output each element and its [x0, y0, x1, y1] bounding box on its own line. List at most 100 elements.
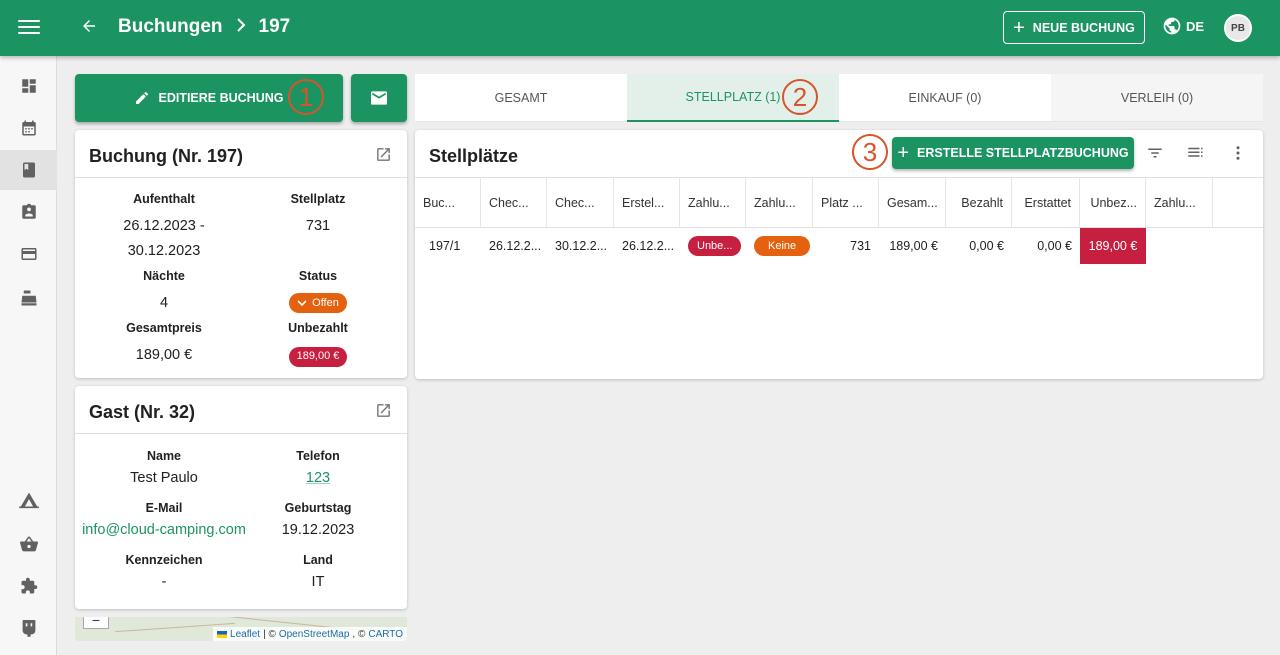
leaflet-link[interactable]: Leaflet — [230, 629, 260, 640]
birthday-value: 19.12.2023 — [281, 522, 355, 538]
column-header[interactable]: Zahlu... — [746, 178, 813, 227]
stay-label: Aufenthalt — [133, 192, 195, 206]
pitch-field: Stellplatz 731 — [245, 192, 391, 239]
plate-field: Kennzeichen - — [79, 553, 249, 595]
more-vert-icon[interactable] — [1229, 144, 1247, 167]
tab-einkauf[interactable]: EINKAUF (0) — [839, 74, 1051, 122]
language-selector[interactable]: DE — [1162, 16, 1204, 36]
column-header[interactable]: Chec... — [481, 178, 547, 227]
avatar[interactable]: PB — [1224, 14, 1252, 42]
cell-payment-method: Keine — [746, 228, 813, 264]
nav-bookings[interactable] — [0, 150, 57, 190]
total-label: Gesamtpreis — [126, 321, 202, 335]
column-header[interactable]: Bezahlt — [946, 178, 1012, 227]
tab-verleih[interactable]: VERLEIH (0) — [1051, 74, 1263, 122]
carto-link[interactable]: CARTO — [368, 629, 403, 640]
nav-dashboard[interactable] — [0, 66, 57, 106]
country-value: IT — [311, 574, 325, 590]
birthday-label: Geburtstag — [284, 501, 352, 515]
column-header[interactable]: Unbez... — [1080, 178, 1146, 227]
name-field: Name Test Paulo — [79, 449, 249, 491]
menu-icon[interactable] — [18, 16, 40, 40]
nav-cash-register[interactable] — [0, 278, 57, 318]
status-field: Status Offen — [245, 269, 391, 316]
new-booking-button[interactable]: + NEUE BUCHUNG — [1003, 11, 1145, 44]
back-arrow-icon[interactable] — [80, 14, 98, 42]
status-chip-label: Offen — [312, 296, 339, 309]
divider — [75, 433, 407, 434]
cell-refunded: 0,00 € — [1037, 239, 1072, 253]
plate-value: - — [161, 574, 167, 590]
unpaid-field: Unbezahlt 189,00 € — [245, 321, 391, 368]
column-header[interactable]: Platz ... — [813, 178, 879, 227]
column-header[interactable]: Gesam... — [879, 178, 946, 227]
annotation-marker-2: 2 — [782, 79, 818, 115]
booking-tabs: GESAMT STELLPLATZ (1) EINKAUF (0) VERLEI… — [415, 74, 1263, 122]
tab-gesamt[interactable]: GESAMT — [415, 74, 627, 122]
breadcrumb-parent[interactable]: Buchungen — [118, 16, 223, 38]
zoom-out-button[interactable]: − — [83, 617, 109, 629]
filter-icon[interactable] — [1146, 144, 1164, 167]
name-label: Name — [146, 449, 182, 463]
tent-icon — [18, 492, 39, 509]
ukraine-flag-icon — [217, 630, 228, 638]
email-field: E-Mail info@cloud-camping.com — [75, 501, 253, 543]
cell-payment-status: Unbe... — [680, 228, 746, 264]
booking-card: Buchung (Nr. 197) Aufenthalt 26.12.2023 … — [75, 130, 407, 378]
attribution-separator: | © — [263, 628, 276, 640]
calendar-icon — [21, 120, 36, 136]
cell-booking: 197/1 — [429, 239, 461, 253]
map-attribution: Leaflet | © OpenStreetMap , © CARTO — [213, 627, 407, 641]
column-header[interactable]: Chec... — [547, 178, 614, 227]
create-pitch-booking-button[interactable]: + ERSTELLE STELLPLATZBUCHUNG — [892, 137, 1134, 169]
open-in-new-icon[interactable] — [375, 402, 392, 424]
new-booking-label: NEUE BUCHUNG — [1032, 20, 1135, 35]
nav-shop[interactable] — [0, 524, 57, 564]
phone-label: Telefon — [296, 449, 340, 463]
pitches-card: Stellplätze + ERSTELLE STELLPLATZBUCHUNG… — [415, 130, 1263, 379]
column-header[interactable]: Buc... — [415, 178, 481, 227]
map[interactable]: − Leaflet | © OpenStreetMap , © CARTO — [75, 617, 407, 641]
plus-icon: + — [1013, 16, 1025, 39]
column-header[interactable]: Zahlu... — [680, 178, 746, 227]
nav-calendar[interactable] — [0, 108, 57, 148]
stay-field: Aufenthalt 26.12.2023 - 30.12.2023 — [91, 192, 237, 264]
total-field: Gesamtpreis 189,00 € — [91, 321, 237, 368]
stay-value-end: 30.12.2023 — [127, 243, 201, 259]
country-label: Land — [303, 553, 333, 567]
status-chip[interactable]: Offen — [289, 293, 347, 313]
attribution-separator: , © — [352, 628, 366, 640]
density-icon[interactable] — [1186, 144, 1204, 167]
nights-label: Nächte — [143, 269, 185, 283]
chevron-right-icon — [235, 17, 247, 37]
table-header: Buc... Chec... Chec... Erstel... Zahlu..… — [415, 177, 1263, 228]
unpaid-chip: 189,00 € — [288, 346, 348, 367]
breadcrumb-current: 197 — [258, 16, 291, 37]
top-app-bar: Buchungen 197 + NEUE BUCHUNG DE PB — [0, 0, 1280, 56]
credit-card-icon — [21, 248, 36, 260]
cell-checkout: 30.12.2... — [555, 239, 608, 253]
name-value: Test Paulo — [130, 470, 198, 486]
column-header[interactable]: Zahlu... — [1146, 178, 1213, 227]
nav-guests[interactable] — [0, 192, 57, 232]
nav-payments[interactable] — [0, 234, 57, 274]
phone-field: Telefon 123 — [245, 449, 391, 491]
open-in-new-icon[interactable] — [375, 146, 392, 168]
nav-extensions[interactable] — [0, 566, 57, 606]
column-header[interactable]: Erstel... — [614, 178, 680, 227]
osm-link[interactable]: OpenStreetMap — [279, 629, 350, 640]
cell-unpaid: 189,00 € — [1080, 228, 1146, 264]
phone-link[interactable]: 123 — [306, 470, 330, 486]
nav-power[interactable] — [0, 608, 57, 648]
nav-camping[interactable] — [0, 480, 57, 520]
email-label: E-Mail — [145, 501, 183, 515]
plug-icon — [22, 620, 35, 637]
column-header[interactable]: Erstattet — [1012, 178, 1080, 227]
basket-icon — [19, 536, 38, 552]
annotation-marker-1: 1 — [288, 79, 324, 115]
side-navigation — [0, 56, 57, 655]
globe-icon — [1163, 17, 1181, 35]
email-link[interactable]: info@cloud-camping.com — [82, 522, 246, 538]
annotation-marker-3: 3 — [852, 134, 888, 170]
send-email-button[interactable] — [351, 74, 407, 122]
